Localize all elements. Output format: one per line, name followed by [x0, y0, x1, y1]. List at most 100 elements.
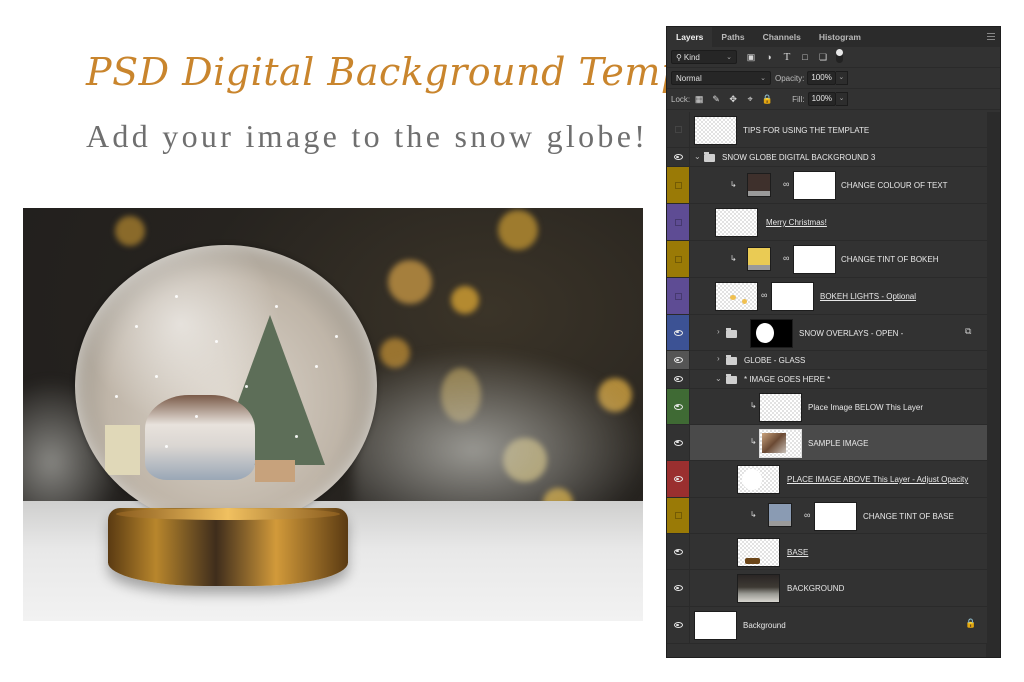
visibility-toggle[interactable] [667, 425, 690, 460]
layer-thumbnail [694, 611, 737, 640]
layer-row[interactable]: Merry Christmas! [667, 204, 987, 241]
blend-row: Normal ⌄ Opacity: 100% ⌄ [667, 68, 1000, 89]
layer-name: SNOW GLOBE DIGITAL BACKGROUND 3 [722, 153, 876, 162]
visibility-toggle[interactable] [667, 148, 690, 166]
layer-name: CHANGE TINT OF BOKEH [841, 255, 939, 264]
lock-all-icon[interactable]: 🔒 [761, 93, 773, 105]
layer-mask-thumbnail [814, 502, 857, 531]
layer-name: Background [743, 621, 786, 630]
chevron-down-icon: ⌄ [760, 75, 766, 82]
chevron-right-icon[interactable]: › [717, 354, 720, 363]
layers-list: TIPS FOR USING THE TEMPLATE ⌄ SNOW GLOBE… [667, 112, 987, 644]
layer-mask-thumbnail [793, 171, 836, 200]
layer-thumbnail [759, 393, 802, 422]
solid-color-thumbnail [768, 503, 792, 527]
link-icon[interactable]: ∞ [783, 253, 789, 263]
bokeh-light [498, 210, 538, 250]
bokeh-light [388, 260, 432, 304]
chevron-down-icon[interactable]: ⌄ [694, 152, 701, 161]
layer-row[interactable]: PLACE IMAGE ABOVE This Layer - Adjust Op… [667, 461, 987, 498]
fill-input[interactable]: 100% [807, 92, 837, 106]
snowflake [245, 385, 248, 388]
smart-object-filter-icon[interactable]: ❏ [816, 50, 830, 64]
tab-channels[interactable]: Channels [754, 27, 810, 47]
lock-transparent-pixels-icon[interactable]: ▦ [693, 93, 705, 105]
visibility-toggle[interactable] [667, 112, 690, 147]
chevron-down-icon[interactable]: ⌄ [715, 374, 722, 383]
type-filter-icon[interactable]: T [780, 50, 794, 64]
pixel-filter-icon[interactable]: ▣ [744, 50, 758, 64]
snowflake [155, 375, 158, 378]
filter-toggle[interactable] [836, 49, 843, 63]
snowflake [215, 340, 218, 343]
layer-thumbnail [759, 429, 802, 458]
folder-icon [726, 374, 737, 384]
visibility-toggle[interactable] [667, 315, 690, 350]
chevron-right-icon[interactable]: › [717, 327, 720, 336]
layer-row[interactable]: ↳ Place Image BELOW This Layer [667, 389, 987, 425]
lock-position-icon[interactable]: ✥ [727, 93, 739, 105]
layer-name: SAMPLE IMAGE [808, 439, 869, 448]
tab-histogram[interactable]: Histogram [810, 27, 870, 47]
hidden-visibility-box-icon [674, 181, 682, 189]
link-icon[interactable]: ∞ [783, 179, 789, 189]
fill-dropdown-button[interactable]: ⌄ [836, 92, 849, 106]
layer-mask-thumbnail [793, 245, 836, 274]
layer-name: BASE [787, 548, 809, 557]
tab-layers[interactable]: Layers [667, 27, 713, 47]
visibility-toggle[interactable] [667, 607, 690, 643]
base-rim [116, 508, 340, 520]
layer-row-selected[interactable]: ↳ SAMPLE IMAGE [667, 425, 987, 461]
visibility-toggle[interactable] [667, 570, 690, 606]
layer-row[interactable]: ↳ ∞ CHANGE TINT OF BASE [667, 498, 987, 534]
visibility-toggle[interactable] [667, 241, 690, 277]
eye-icon [673, 585, 683, 591]
shape-filter-icon[interactable]: □ [798, 50, 812, 64]
layer-row[interactable]: ↳ ∞ CHANGE TINT OF BOKEH [667, 241, 987, 278]
layer-row[interactable]: Background 🔒 [667, 607, 987, 644]
visibility-toggle[interactable] [667, 461, 690, 497]
layer-row[interactable]: ↳ ∞ CHANGE COLOUR OF TEXT [667, 167, 987, 204]
layer-row[interactable]: ∞ BOKEH LIGHTS - Optional [667, 278, 987, 315]
layer-name: CHANGE COLOUR OF TEXT [841, 181, 948, 190]
folder-icon [726, 355, 737, 365]
link-icon[interactable]: ∞ [804, 510, 810, 520]
eye-icon [673, 154, 683, 160]
solid-color-thumbnail [747, 173, 771, 197]
adjustment-filter-icon[interactable]: ◑ [762, 50, 776, 64]
visibility-toggle[interactable] [667, 278, 690, 314]
snowflake [195, 415, 198, 418]
lock-artboard-icon[interactable]: ⌖ [744, 93, 756, 105]
layer-row[interactable]: TIPS FOR USING THE TEMPLATE [667, 112, 987, 148]
layer-row[interactable]: BASE [667, 534, 987, 570]
panel-menu-icon[interactable] [987, 33, 995, 40]
layer-group-row[interactable]: ⌄ SNOW GLOBE DIGITAL BACKGROUND 3 [667, 148, 987, 167]
folder-icon [704, 152, 715, 162]
clipping-arrow-icon: ↳ [750, 401, 757, 410]
lock-image-pixels-icon[interactable]: ✎ [710, 93, 722, 105]
layers-scrollbar[interactable] [986, 112, 1000, 657]
snowflake [115, 395, 118, 398]
visibility-toggle[interactable] [667, 389, 690, 424]
layer-row[interactable]: BACKGROUND [667, 570, 987, 607]
layer-group-row[interactable]: › SNOW OVERLAYS - OPEN - ⧉ [667, 315, 987, 351]
eye-icon [673, 357, 683, 363]
eye-icon [673, 439, 683, 446]
clipping-arrow-icon: ↳ [750, 437, 757, 446]
tab-paths[interactable]: Paths [712, 27, 753, 47]
opacity-input[interactable]: 100% [807, 71, 836, 85]
filter-row: ⚲ Kind ⌄ ▣ ◑ T □ ❏ [667, 47, 1000, 68]
visibility-toggle[interactable] [667, 351, 690, 369]
visibility-toggle[interactable] [667, 370, 690, 388]
opacity-dropdown-button[interactable]: ⌄ [835, 71, 848, 85]
layer-group-row[interactable]: › GLOBE - GLASS [667, 351, 987, 370]
blend-mode-select[interactable]: Normal ⌄ [671, 71, 771, 85]
visibility-toggle[interactable] [667, 167, 690, 203]
link-icon[interactable]: ∞ [761, 290, 767, 300]
visibility-toggle[interactable] [667, 204, 690, 240]
filter-kind-label: Kind [683, 52, 700, 62]
filter-kind-select[interactable]: ⚲ Kind ⌄ [671, 50, 737, 64]
layer-group-row[interactable]: ⌄ * IMAGE GOES HERE * [667, 370, 987, 389]
visibility-toggle[interactable] [667, 534, 690, 569]
visibility-toggle[interactable] [667, 498, 690, 533]
